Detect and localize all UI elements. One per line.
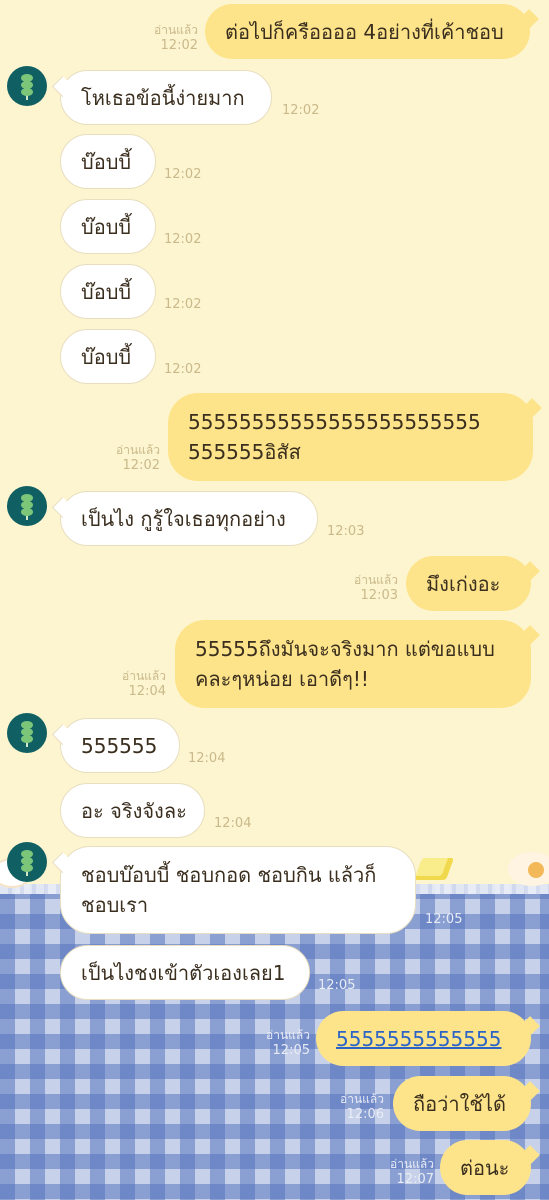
butter-sticker-decoration — [413, 858, 455, 880]
message-bubble-outgoing[interactable]: ต่อไปก็ครืออออ 4อย่างที่เค้าชอบ — [205, 4, 539, 59]
message-bubble-outgoing[interactable]: ถือว่าใช้ได้ — [393, 1076, 540, 1131]
message-time: 12:05 — [272, 1043, 310, 1058]
message-time: 12:02 — [164, 167, 202, 182]
green-dango-icon — [21, 721, 33, 747]
message-meta: อ่านแล้ว 12:02 — [120, 22, 198, 54]
message-meta: อ่านแล้ว 12:07 — [356, 1156, 434, 1188]
message-bubble-incoming[interactable]: บ๊อบบี้ — [60, 134, 156, 189]
message-bubble-incoming[interactable]: โหเธอข้อนี้ง่ายมาก — [51, 70, 272, 125]
green-dango-icon — [21, 494, 33, 520]
message-text: 555555 — [81, 733, 158, 758]
message-time: 12:02 — [164, 297, 202, 312]
message-text-line: 55555555555555555555555 — [188, 410, 481, 434]
message-link[interactable]: 5555555555555 — [336, 1024, 501, 1054]
message-time: 12:04 — [188, 751, 226, 766]
message-text: โหเธอข้อนี้ง่ายมาก — [81, 85, 245, 110]
read-receipt: อ่านแล้ว — [390, 1157, 434, 1171]
message-bubble-incoming[interactable]: บ๊อบบี้ — [60, 199, 156, 254]
message-meta: อ่านแล้ว 12:06 — [306, 1091, 384, 1123]
read-receipt: อ่านแล้ว — [116, 443, 160, 457]
message-time: 12:04 — [214, 816, 252, 831]
egg-yolk-decoration — [528, 862, 544, 878]
message-text: มึงเก่งอะ — [426, 571, 501, 596]
message-text: ถือว่าใช้ได้ — [413, 1091, 506, 1116]
message-bubble-incoming[interactable]: บ๊อบบี้ — [60, 264, 156, 319]
message-text-line: 55555ถึงมันจะจริงมาก แต่ขอแบบ — [195, 637, 495, 661]
message-bubble-incoming[interactable]: เป็นไง กูรู้ใจเธอทุกอย่าง — [51, 491, 318, 546]
message-bubble-outgoing[interactable]: 55555ถึงมันจะจริงมาก แต่ขอแบบ คละๆหน่อย … — [175, 620, 540, 708]
message-text: บ๊อบบี้ — [81, 214, 132, 239]
chat-area[interactable]: อ่านแล้ว 12:02 ต่อไปก็ครืออออ 4อย่างที่เ… — [0, 0, 549, 1200]
message-time: 12:03 — [360, 588, 398, 603]
message-bubble-outgoing[interactable]: 55555555555555555555555 555555อิสัส — [168, 393, 542, 481]
message-time: 12:03 — [327, 524, 365, 539]
message-meta: อ่านแล้ว 12:03 — [320, 572, 398, 604]
contact-avatar[interactable] — [7, 713, 47, 753]
message-time: 12:02 — [282, 103, 320, 118]
message-text-line: 555555อิสัส — [188, 440, 301, 464]
read-receipt: อ่านแล้ว — [340, 1092, 384, 1106]
message-bubble-incoming[interactable]: 555555 — [51, 718, 180, 773]
message-text-line: คละๆหน่อย เอาดีๆ!! — [195, 667, 369, 691]
message-text: บ๊อบบี้ — [81, 279, 132, 304]
message-bubble-incoming[interactable]: อะ จริงจังละ — [60, 783, 205, 838]
message-time: 12:02 — [164, 232, 202, 247]
message-meta: อ่านแล้ว 12:04 — [88, 668, 166, 700]
message-time: 12:05 — [318, 978, 356, 993]
message-text: ต่อไปก็ครืออออ 4อย่างที่เค้าชอบ — [225, 19, 504, 44]
message-text: ต่อนะ — [460, 1155, 510, 1180]
contact-avatar[interactable] — [7, 66, 47, 106]
read-receipt: อ่านแล้ว — [266, 1028, 310, 1042]
read-receipt: อ่านแล้ว — [122, 669, 166, 683]
read-receipt: อ่านแล้ว — [354, 573, 398, 587]
message-time: 12:02 — [160, 38, 198, 53]
message-meta: อ่านแล้ว 12:02 — [82, 442, 160, 474]
message-time: 12:07 — [396, 1172, 434, 1187]
message-text: เป็นไง กูรู้ใจเธอทุกอย่าง — [81, 506, 286, 531]
message-time: 12:06 — [346, 1107, 384, 1122]
message-text-line: ชอบบ๊อบบี้ ชอบกอด ชอบกิน แล้วก็ — [81, 863, 377, 887]
message-bubble-incoming[interactable]: เป็นไงชงเข้าตัวเองเลย1 — [60, 945, 310, 1000]
contact-avatar[interactable] — [7, 842, 47, 882]
message-time: 12:02 — [122, 458, 160, 473]
message-time: 12:05 — [425, 912, 463, 927]
message-text: บ๊อบบี้ — [81, 344, 132, 369]
message-text: เป็นไงชงเข้าตัวเองเลย1 — [81, 960, 286, 985]
message-time: 12:02 — [164, 362, 202, 377]
green-dango-icon — [21, 74, 33, 100]
message-bubble-outgoing[interactable]: มึงเก่งอะ — [406, 556, 540, 611]
read-receipt: อ่านแล้ว — [154, 23, 198, 37]
green-dango-icon — [21, 850, 33, 876]
message-text: อะ จริงจังละ — [81, 798, 187, 823]
message-time: 12:04 — [128, 684, 166, 699]
message-text: บ๊อบบี้ — [81, 149, 132, 174]
message-bubble-outgoing[interactable]: ต่อนะ — [440, 1140, 540, 1195]
message-meta: อ่านแล้ว 12:05 — [232, 1027, 310, 1059]
message-text-line: ชอบเรา — [81, 893, 149, 917]
message-bubble-outgoing[interactable]: 5555555555555 — [316, 1011, 540, 1066]
message-bubble-incoming[interactable]: บ๊อบบี้ — [60, 329, 156, 384]
contact-avatar[interactable] — [7, 486, 47, 526]
message-bubble-incoming[interactable]: ชอบบ๊อบบี้ ชอบกอด ชอบกิน แล้วก็ ชอบเรา — [51, 846, 416, 934]
